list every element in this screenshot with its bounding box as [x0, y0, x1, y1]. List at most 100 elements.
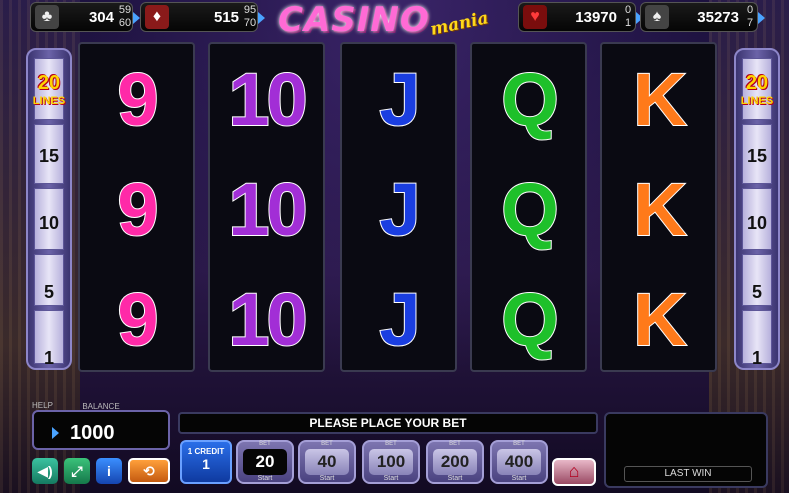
reel-symbol: Q	[472, 154, 585, 264]
reel-symbol: 9	[80, 154, 193, 264]
symbol-text: K	[632, 57, 687, 142]
bet-button-100[interactable]: BET 100 Start	[362, 440, 420, 484]
arrow-icon	[52, 427, 59, 439]
reel-symbol: 10	[210, 154, 323, 264]
reel-symbol: 10	[210, 44, 323, 154]
jackpot-value: 35273	[697, 8, 739, 26]
line-1[interactable]: 1	[736, 348, 778, 369]
status-message: PLEASE PLACE YOUR BET	[178, 412, 598, 434]
symbol-text: 9	[116, 277, 159, 362]
fullscreen-button[interactable]: ⤢	[64, 458, 90, 484]
reel-symbol: 9	[80, 44, 193, 154]
line-5[interactable]: 5	[736, 282, 778, 303]
info-icon: i	[107, 463, 111, 479]
reel-symbol: Q	[472, 44, 585, 154]
lines-count[interactable]: 20 LINES	[28, 72, 70, 107]
lines-count[interactable]: 20 LINES	[736, 72, 778, 107]
logo-sub: mania	[428, 8, 491, 40]
symbol-text: 10	[227, 57, 308, 142]
arrow-icon	[758, 12, 765, 24]
reel-symbol: J	[342, 264, 455, 374]
balance-value: 1000	[70, 422, 115, 444]
jackpot-value: 515	[213, 8, 239, 26]
jackpot-bottom: 1	[624, 17, 632, 29]
game-logo: CASINO mania	[278, 0, 508, 42]
symbol-text: J	[378, 167, 421, 252]
spade-icon: ♠	[645, 5, 669, 29]
jackpot-top: 59	[118, 4, 132, 16]
jackpot-spade: ♠ 35273 07	[640, 2, 765, 32]
jackpot-heart: ♥ 13970 01	[518, 2, 643, 32]
balance-label: BALANCE	[82, 402, 120, 411]
reel-symbol: K	[602, 264, 715, 374]
home-icon: ⌂	[568, 461, 580, 481]
heart-icon: ♥	[523, 5, 547, 29]
symbol-text: Q	[500, 277, 560, 362]
reel-2: 10 10 10	[208, 42, 325, 372]
credit-value: 1	[202, 456, 210, 472]
diamond-icon: ♦	[145, 5, 169, 29]
reel-symbol: 10	[210, 264, 323, 374]
credit-selector[interactable]: 1 CREDIT 1	[180, 440, 232, 484]
bet-value: 100	[369, 449, 413, 475]
bet-button-400[interactable]: BET 400 Start	[490, 440, 548, 484]
symbol-text: J	[378, 277, 421, 362]
home-button[interactable]: ⌂	[552, 458, 596, 486]
symbol-text: Q	[500, 57, 560, 142]
symbol-text: 10	[227, 167, 308, 252]
line-10[interactable]: 10	[28, 213, 70, 234]
jackpot-bottom: 7	[746, 17, 754, 29]
speaker-icon: ◀)	[37, 462, 53, 479]
jackpot-top: 0	[746, 4, 754, 16]
bet-button-20[interactable]: BET 20 Start	[236, 440, 294, 484]
reel-symbol: K	[602, 154, 715, 264]
bet-value: 200	[433, 449, 477, 475]
line-10[interactable]: 10	[736, 213, 778, 234]
symbol-text: K	[632, 167, 687, 252]
bet-value: 20	[243, 449, 287, 475]
line-1[interactable]: 1	[28, 348, 70, 369]
symbol-text: K	[632, 277, 687, 362]
reel-3: JJJ	[340, 42, 457, 372]
reel-symbol: K	[602, 44, 715, 154]
autoplay-button[interactable]: ⟲	[128, 458, 170, 484]
bet-value: 40	[305, 449, 349, 475]
jackpot-bottom: 60	[118, 17, 132, 29]
symbol-text: 9	[116, 57, 159, 142]
balance-display: BALANCE 1000	[32, 402, 170, 450]
reel-symbol: 9	[80, 264, 193, 374]
symbol-text: J	[378, 57, 421, 142]
repeat-icon: ⟲	[143, 462, 155, 479]
symbol-text: Q	[500, 167, 560, 252]
bet-value: 400	[497, 449, 541, 475]
expand-icon: ⤢	[71, 462, 83, 479]
jackpot-top: 0	[624, 4, 632, 16]
jackpot-top: 95	[243, 4, 257, 16]
lines-panel-left: 20 LINES 15 10 5 1	[26, 48, 72, 370]
sound-button[interactable]: ◀)	[32, 458, 58, 484]
arrow-icon	[258, 12, 265, 24]
jackpot-club: ♣ 304 59 60	[30, 2, 140, 32]
reel-4: QQQ	[470, 42, 587, 372]
jackpot-value: 304	[88, 8, 114, 26]
logo-main: CASINO	[278, 0, 430, 40]
line-5[interactable]: 5	[28, 282, 70, 303]
arrow-icon	[133, 12, 140, 24]
reel-symbol: J	[342, 154, 455, 264]
line-15[interactable]: 15	[28, 146, 70, 167]
reels-area: 999 10 10 10 JJJ QQQ KKK	[74, 42, 730, 372]
line-15[interactable]: 15	[736, 146, 778, 167]
jackpot-value: 13970	[575, 8, 617, 26]
reel-symbol: J	[342, 44, 455, 154]
jackpot-diamond: ♦ 515 95 70	[140, 2, 265, 32]
club-icon: ♣	[35, 5, 59, 29]
symbol-text: 9	[116, 167, 159, 252]
bet-button-40[interactable]: BET 40 Start	[298, 440, 356, 484]
last-win-panel: LAST WIN	[604, 412, 768, 488]
last-win-label: LAST WIN	[624, 466, 752, 482]
lines-panel-right: 20 LINES 15 10 5 1	[734, 48, 780, 370]
bet-button-200[interactable]: BET 200 Start	[426, 440, 484, 484]
reel-1: 9 9 9	[78, 42, 195, 372]
reel-5: KKK	[600, 42, 717, 372]
info-button[interactable]: i	[96, 458, 122, 484]
